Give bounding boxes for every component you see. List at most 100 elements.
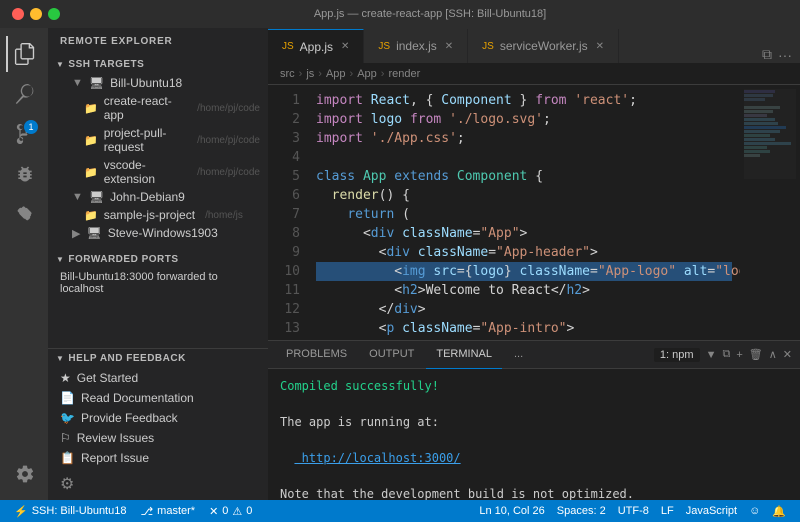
status-encoding[interactable]: UTF-8 — [612, 505, 655, 517]
line-numbers: 12345 678910 1112131415 1617 — [268, 85, 308, 340]
tab-close-appjs[interactable]: ✕ — [341, 41, 349, 52]
code-editor[interactable]: 12345 678910 1112131415 1617 import Reac… — [268, 85, 800, 340]
code-line-2: import logo from './logo.svg'; — [316, 110, 732, 129]
editor-area: JS App.js ✕ JS index.js ✕ JS serviceWork… — [268, 28, 800, 500]
folder-icon: 📁 — [84, 134, 98, 147]
help-review-issues[interactable]: ⚐ Review Issues — [48, 428, 268, 448]
activity-bar: 1 — [0, 28, 48, 500]
folder-icon: 📁 — [84, 209, 98, 222]
help-section-title[interactable]: ▼ Help and Feedback — [48, 349, 268, 368]
breadcrumb: src › js › App › App › render — [268, 63, 800, 85]
tab-serviceworker[interactable]: JS serviceWorker.js ✕ — [468, 29, 619, 63]
help-section: ▼ Help and Feedback ★ Get Started 📄 Read… — [48, 348, 268, 468]
tab-close-serviceworker[interactable]: ✕ — [596, 41, 604, 52]
status-right: Ln 10, Col 26 Spaces: 2 UTF-8 LF JavaScr… — [473, 505, 792, 518]
ssh-host-steve[interactable]: ▶ 🖥 Steve-Windows1903 — [48, 224, 268, 242]
title-bar: App.js — create-react-app [SSH: Bill-Ubu… — [0, 0, 800, 28]
warning-icon: ⚠ — [232, 505, 242, 518]
ssh-host-john[interactable]: ▼ 🖥 John-Debian9 — [48, 188, 268, 206]
panel-actions: 1: npm ▼ ⧉ + 🗑 ∧ ✕ — [654, 348, 792, 362]
help-read-docs[interactable]: 📄 Read Documentation — [48, 388, 268, 408]
monitor-icon: 🖥 — [86, 226, 101, 240]
minimize-button[interactable] — [30, 8, 42, 20]
js-file-icon: JS — [282, 41, 294, 52]
error-icon: ✕ — [209, 505, 218, 518]
ssh-folder-vscode-extension[interactable]: 📁 vscode-extension /home/pj/code — [48, 156, 268, 188]
ssh-folder-sample-js[interactable]: 📁 sample-js-project /home/js — [48, 206, 268, 224]
ssh-host-bill[interactable]: ▼ 🖥 Bill-Ubuntu18 — [48, 74, 268, 92]
split-terminal-icon[interactable]: ⧉ — [722, 348, 730, 361]
panel-tab-more[interactable]: ... — [504, 341, 533, 369]
remote-icon: ⚡ — [14, 505, 28, 518]
tab-bar: JS App.js ✕ JS index.js ✕ JS serviceWork… — [268, 28, 800, 63]
code-line-7: return ( — [316, 205, 732, 224]
terminal-line-note: Note that the development build is not o… — [280, 485, 788, 500]
more-tabs-button[interactable]: ··· — [778, 47, 792, 63]
terminal-line-running: The app is running at: — [280, 413, 788, 431]
status-language[interactable]: JavaScript — [680, 505, 743, 517]
status-branch[interactable]: ⎇ master* — [134, 500, 201, 522]
ssh-folder-project-pull-request[interactable]: 📁 project-pull-request /home/pj/code — [48, 124, 268, 156]
chevron-down-icon: ▼ — [72, 191, 83, 203]
js-file-icon: JS — [482, 41, 494, 52]
status-feedback[interactable]: ☺ — [743, 505, 766, 517]
activity-settings[interactable] — [6, 456, 42, 492]
doc-icon: 📄 — [60, 391, 75, 405]
chevron-down-icon: ▼ — [56, 255, 64, 264]
terminal-line-blank — [280, 395, 788, 413]
close-panel-icon[interactable]: ✕ — [783, 348, 792, 361]
panel-tab-output[interactable]: OUTPUT — [359, 341, 424, 369]
activity-debug[interactable] — [6, 156, 42, 192]
gear-icon[interactable]: ⚙ — [60, 474, 74, 494]
code-line-5: class App extends Component { — [316, 167, 732, 186]
dropdown-icon[interactable]: ▼ — [706, 349, 717, 361]
folder-icon: 📁 — [84, 166, 98, 179]
status-errors[interactable]: ✕ 0 ⚠ 0 — [203, 500, 258, 522]
code-line-10: <img src={logo} className="App-logo" alt… — [316, 262, 732, 281]
activity-extensions[interactable] — [6, 196, 42, 232]
tab-appjs[interactable]: JS App.js ✕ — [268, 29, 364, 63]
status-bar: ⚡ SSH: Bill-Ubuntu18 ⎇ master* ✕ 0 ⚠ 0 L… — [0, 500, 800, 522]
ssh-targets-section[interactable]: ▼ SSH Targets — [48, 55, 268, 74]
split-editor-button[interactable]: ⧉ — [762, 46, 772, 63]
activity-search[interactable] — [6, 76, 42, 112]
trash-icon[interactable]: 🗑 — [749, 348, 763, 361]
status-position[interactable]: Ln 10, Col 26 — [473, 505, 550, 517]
window-title: App.js — create-react-app [SSH: Bill-Ubu… — [72, 8, 788, 20]
help-report-issue[interactable]: 📋 Report Issue — [48, 448, 268, 468]
code-lines[interactable]: import React, { Component } from 'react'… — [308, 85, 740, 340]
add-terminal-icon[interactable]: + — [736, 349, 742, 361]
tab-actions: ⧉ ··· — [754, 46, 800, 63]
status-line-ending[interactable]: LF — [655, 505, 680, 517]
code-line-9: <div className="App-header"> — [316, 243, 732, 262]
activity-source-control[interactable]: 1 — [6, 116, 42, 152]
terminal-content[interactable]: Compiled successfully! The app is runnin… — [268, 369, 800, 500]
tab-close-indexjs[interactable]: ✕ — [445, 41, 453, 52]
minimap-preview — [744, 89, 796, 179]
forwarded-ports-section[interactable]: ▼ Forwarded Ports — [48, 250, 268, 269]
code-line-11: <h2>Welcome to React</h2> — [316, 281, 732, 300]
branch-icon: ⎇ — [140, 505, 153, 518]
monitor-icon: 🖥 — [89, 190, 104, 204]
activity-explorer[interactable] — [6, 36, 42, 72]
status-bell[interactable]: 🔔 — [766, 505, 792, 518]
ssh-folder-create-react-app[interactable]: 📁 create-react-app /home/pj/code — [48, 92, 268, 124]
chevron-up-icon[interactable]: ∧ — [769, 348, 777, 361]
tab-indexjs[interactable]: JS index.js ✕ — [364, 29, 468, 63]
code-line-1: import React, { Component } from 'react'… — [316, 91, 732, 110]
close-button[interactable] — [12, 8, 24, 20]
code-line-6: render() { — [316, 186, 732, 205]
panel-tab-problems[interactable]: PROBLEMS — [276, 341, 357, 369]
panel-tab-bar: PROBLEMS OUTPUT TERMINAL ... 1: npm ▼ ⧉ … — [268, 341, 800, 369]
terminal-line-blank2 — [280, 431, 788, 449]
status-spaces[interactable]: Spaces: 2 — [551, 505, 612, 517]
minimap — [740, 85, 800, 340]
traffic-lights — [12, 8, 60, 20]
status-ssh[interactable]: ⚡ SSH: Bill-Ubuntu18 — [8, 500, 132, 522]
maximize-button[interactable] — [48, 8, 60, 20]
chevron-down-icon: ▼ — [72, 77, 83, 89]
monitor-icon: 🖥 — [89, 76, 104, 90]
help-get-started[interactable]: ★ Get Started — [48, 368, 268, 388]
help-feedback[interactable]: 🐦 Provide Feedback — [48, 408, 268, 428]
panel-tab-terminal[interactable]: TERMINAL — [426, 341, 502, 369]
